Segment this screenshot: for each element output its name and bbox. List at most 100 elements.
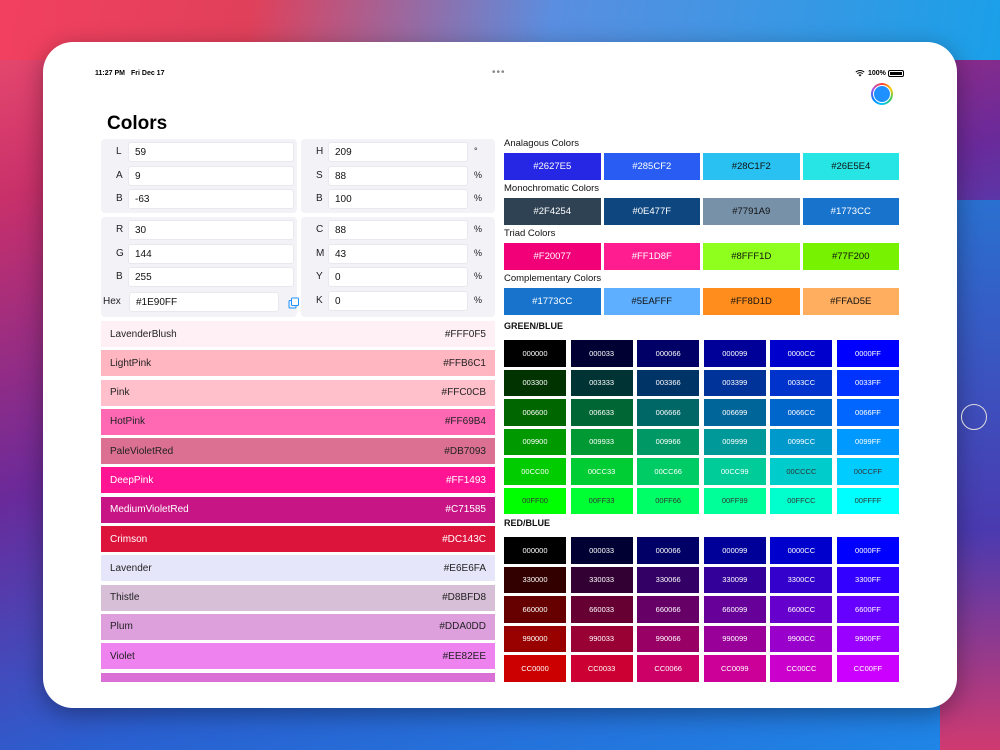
- web-color-cell[interactable]: 003366: [637, 369, 700, 396]
- cmyk-field[interactable]: 43: [328, 243, 468, 264]
- web-color-cell[interactable]: 990066: [637, 625, 700, 652]
- named-color-row[interactable]: Plum #DDA0DD: [101, 613, 495, 640]
- scheme-swatch[interactable]: #28C1F2: [703, 153, 800, 180]
- scheme-swatch[interactable]: #7791A9: [703, 198, 800, 225]
- web-color-cell[interactable]: 660066: [637, 596, 700, 623]
- web-color-cell[interactable]: 3300FF: [836, 566, 899, 593]
- scheme-swatch[interactable]: #8FFF1D: [703, 243, 800, 270]
- scheme-swatch[interactable]: #2F4254: [504, 198, 601, 225]
- scheme-swatch[interactable]: #1773CC: [504, 288, 601, 315]
- named-color-row[interactable]: PaleVioletRed #DB7093: [101, 438, 495, 465]
- scheme-swatch[interactable]: #0E477F: [603, 198, 700, 225]
- home-button[interactable]: [961, 404, 987, 430]
- scheme-swatch[interactable]: #285CF2: [603, 153, 700, 180]
- hsb-field[interactable]: 100: [328, 189, 468, 209]
- rgb-field[interactable]: 144: [128, 243, 294, 264]
- web-color-cell[interactable]: 330099: [703, 566, 766, 593]
- web-color-cell[interactable]: 00CCFF: [836, 458, 899, 485]
- web-color-cell[interactable]: 009999: [703, 428, 766, 455]
- cmyk-field[interactable]: 88: [328, 220, 468, 240]
- web-color-cell[interactable]: 0099FF: [836, 428, 899, 455]
- scheme-swatch[interactable]: #2627E5: [504, 153, 601, 180]
- web-color-cell[interactable]: 00FF00: [504, 487, 566, 514]
- web-color-cell[interactable]: 003333: [570, 369, 633, 396]
- web-color-cell[interactable]: CC00CC: [770, 655, 833, 682]
- scheme-swatch[interactable]: #77F200: [802, 243, 899, 270]
- web-color-cell[interactable]: 330033: [570, 566, 633, 593]
- web-color-cell[interactable]: CC0000: [504, 655, 566, 682]
- cmyk-field[interactable]: 0: [328, 290, 468, 311]
- hex-field[interactable]: #1E90FF: [129, 292, 279, 312]
- web-color-cell[interactable]: 006666: [637, 399, 700, 426]
- web-color-cell[interactable]: 00CC99: [703, 458, 766, 485]
- web-color-cell[interactable]: 009966: [637, 428, 700, 455]
- web-color-cell[interactable]: 660099: [703, 596, 766, 623]
- named-color-row[interactable]: Violet #EE82EE: [101, 643, 495, 670]
- web-color-cell[interactable]: 000033: [570, 340, 633, 367]
- web-color-cell[interactable]: 990000: [504, 625, 566, 652]
- web-color-cell[interactable]: 990033: [570, 625, 633, 652]
- named-color-row[interactable]: LightPink #FFB6C1: [101, 350, 495, 377]
- web-color-cell[interactable]: 006699: [703, 399, 766, 426]
- web-color-cell[interactable]: 00FF33: [570, 487, 633, 514]
- web-color-cell[interactable]: 000033: [570, 537, 633, 564]
- rgb-field[interactable]: 255: [128, 267, 294, 287]
- color-picker-button[interactable]: [871, 83, 893, 105]
- web-color-cell[interactable]: 006600: [504, 399, 566, 426]
- named-color-row[interactable]: HotPink #FF69B4: [101, 408, 495, 435]
- named-color-row[interactable]: LavenderBlush #FFF0F5: [101, 321, 495, 347]
- web-color-cell[interactable]: 00CC00: [504, 458, 566, 485]
- web-color-cell[interactable]: 000066: [637, 537, 700, 564]
- web-color-cell[interactable]: 00FF99: [703, 487, 766, 514]
- web-color-cell[interactable]: 00CC33: [570, 458, 633, 485]
- web-color-cell[interactable]: 6600CC: [770, 596, 833, 623]
- scheme-swatch[interactable]: #26E5E4: [802, 153, 899, 180]
- named-color-row[interactable]: Lavender #E6E6FA: [101, 555, 495, 582]
- named-color-row[interactable]: Thistle #D8BFD8: [101, 584, 495, 611]
- web-color-cell[interactable]: 0066FF: [836, 399, 899, 426]
- web-color-cell[interactable]: 660000: [504, 596, 566, 623]
- web-color-cell[interactable]: 330000: [504, 566, 566, 593]
- web-color-cell[interactable]: 000000: [504, 340, 566, 367]
- web-color-cell[interactable]: 330066: [637, 566, 700, 593]
- web-color-cell[interactable]: 00FF66: [637, 487, 700, 514]
- hsb-field[interactable]: 209: [328, 142, 468, 162]
- web-color-cell[interactable]: 6600FF: [836, 596, 899, 623]
- scheme-swatch[interactable]: #FFAD5E: [802, 288, 899, 315]
- web-color-cell[interactable]: 009900: [504, 428, 566, 455]
- web-color-cell[interactable]: 9900CC: [770, 625, 833, 652]
- named-color-row[interactable]: Crimson #DC143C: [101, 526, 495, 553]
- web-color-cell[interactable]: CC0066: [637, 655, 700, 682]
- web-color-cell[interactable]: 0033CC: [770, 369, 833, 396]
- scheme-swatch[interactable]: #5EAFFF: [603, 288, 700, 315]
- copy-icon[interactable]: [288, 297, 300, 309]
- web-color-cell[interactable]: 000066: [637, 340, 700, 367]
- scheme-swatch[interactable]: #FF1D8F: [603, 243, 700, 270]
- web-color-cell[interactable]: 0000CC: [770, 537, 833, 564]
- rgb-field[interactable]: 30: [128, 220, 294, 240]
- web-color-cell[interactable]: 006633: [570, 399, 633, 426]
- cmyk-field[interactable]: 0: [328, 267, 468, 287]
- named-color-row[interactable]: Pink #FFC0CB: [101, 379, 495, 406]
- scheme-swatch[interactable]: #FF8D1D: [703, 288, 800, 315]
- web-color-cell[interactable]: 003399: [703, 369, 766, 396]
- web-color-cell[interactable]: 009933: [570, 428, 633, 455]
- web-color-cell[interactable]: CC00FF: [836, 655, 899, 682]
- hsb-field[interactable]: 88: [328, 165, 468, 186]
- web-color-cell[interactable]: 0066CC: [770, 399, 833, 426]
- lab-field[interactable]: -63: [128, 189, 294, 209]
- lab-field[interactable]: 9: [128, 165, 294, 186]
- web-color-cell[interactable]: CC0033: [570, 655, 633, 682]
- named-color-row[interactable]: DeepPink #FF1493: [101, 467, 495, 494]
- scheme-swatch[interactable]: #1773CC: [802, 198, 899, 225]
- web-color-cell[interactable]: 0033FF: [836, 369, 899, 396]
- web-color-cell[interactable]: 660033: [570, 596, 633, 623]
- web-color-cell[interactable]: 0000FF: [836, 537, 899, 564]
- web-color-cell[interactable]: 00CCCC: [770, 458, 833, 485]
- web-color-cell[interactable]: 3300CC: [770, 566, 833, 593]
- web-color-cell[interactable]: 000099: [703, 340, 766, 367]
- web-color-cell[interactable]: 003300: [504, 369, 566, 396]
- multitasking-dots-icon[interactable]: •••: [492, 67, 506, 78]
- web-color-cell[interactable]: 0000CC: [770, 340, 833, 367]
- web-color-cell[interactable]: 990099: [703, 625, 766, 652]
